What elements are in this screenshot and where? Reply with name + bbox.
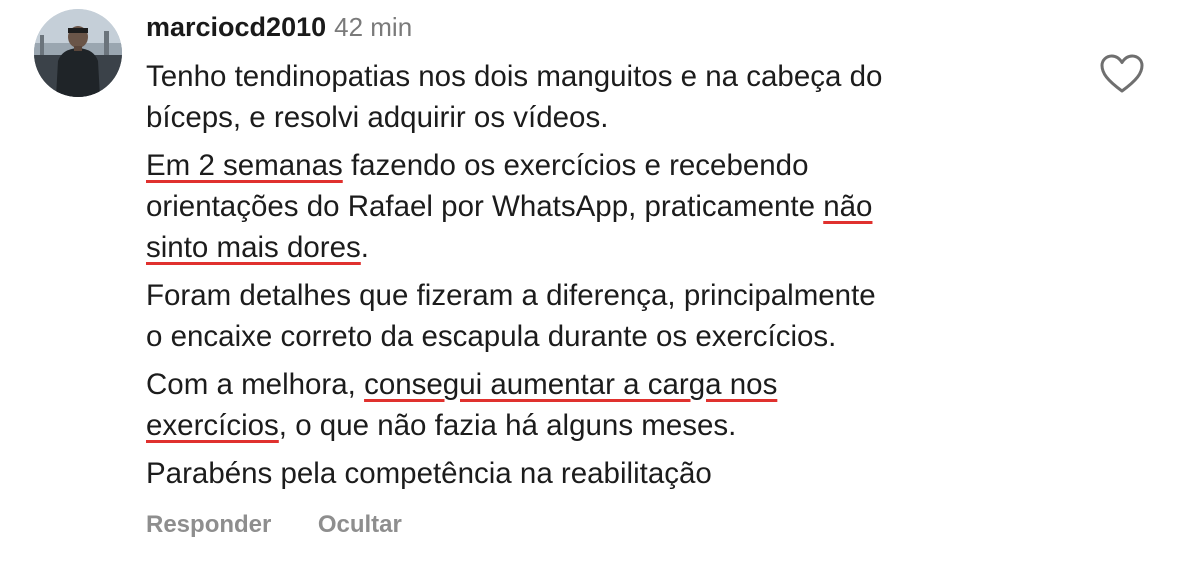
text-segment: , o que não fazia há alguns meses. <box>278 409 737 442</box>
comment-body: marciocd2010 42 min Tenho tendinopatias n… <box>146 6 1046 501</box>
text-segment: Com a melhora, <box>146 368 365 401</box>
highlighted-text: consegui aumentar a carga nos <box>364 368 778 401</box>
highlighted-text: sinto mais dores <box>146 231 361 264</box>
text-segment: . <box>360 231 369 264</box>
text-line: Parabéns pela competência na reabilitaçã… <box>146 457 712 490</box>
avatar-photo <box>34 9 122 97</box>
highlighted-text: não <box>823 190 873 223</box>
text-line: Foram detalhes que fizeram a diferença, … <box>146 279 876 312</box>
heart-outline-icon <box>1100 54 1144 93</box>
comment-paragraph-5: Parabéns pela competência na reabilitaçã… <box>146 453 1046 494</box>
username[interactable]: marciocd2010 <box>146 12 326 42</box>
comment-actions: Responder Ocultar <box>146 505 444 545</box>
comment-paragraph-3: Foram detalhes que fizeram a diferença, … <box>146 275 1046 357</box>
text-line: o encaixe correto da escapula durante os… <box>146 320 837 353</box>
text-segment: orientações do Rafael por WhatsApp, prat… <box>146 190 824 223</box>
text-segment: fazendo os exercícios e recebendo <box>342 149 809 182</box>
comment-paragraph-2: Em 2 semanas fazendo os exercícios e rec… <box>146 145 1046 268</box>
comment-paragraph-1: Tenho tendinopatias nos dois manguitos e… <box>146 56 1046 138</box>
avatar[interactable] <box>34 9 122 97</box>
text-line: bíceps, e resolvi adquirir os vídeos. <box>146 101 609 134</box>
comment-paragraph-4: Com a melhora, consegui aumentar a carga… <box>146 364 1046 446</box>
like-button[interactable] <box>1099 53 1145 95</box>
comment-header: marciocd2010 42 min <box>146 6 1046 48</box>
hide-button[interactable]: Ocultar <box>318 511 402 538</box>
highlighted-text: exercícios <box>146 409 279 442</box>
highlighted-text: Em 2 semanas <box>146 149 343 182</box>
comment-item: marciocd2010 42 min Tenho tendinopatias n… <box>0 0 1200 579</box>
text-line: Tenho tendinopatias nos dois manguitos e… <box>146 60 883 93</box>
reply-button[interactable]: Responder <box>146 511 271 538</box>
comment-time: 42 min <box>334 12 413 42</box>
